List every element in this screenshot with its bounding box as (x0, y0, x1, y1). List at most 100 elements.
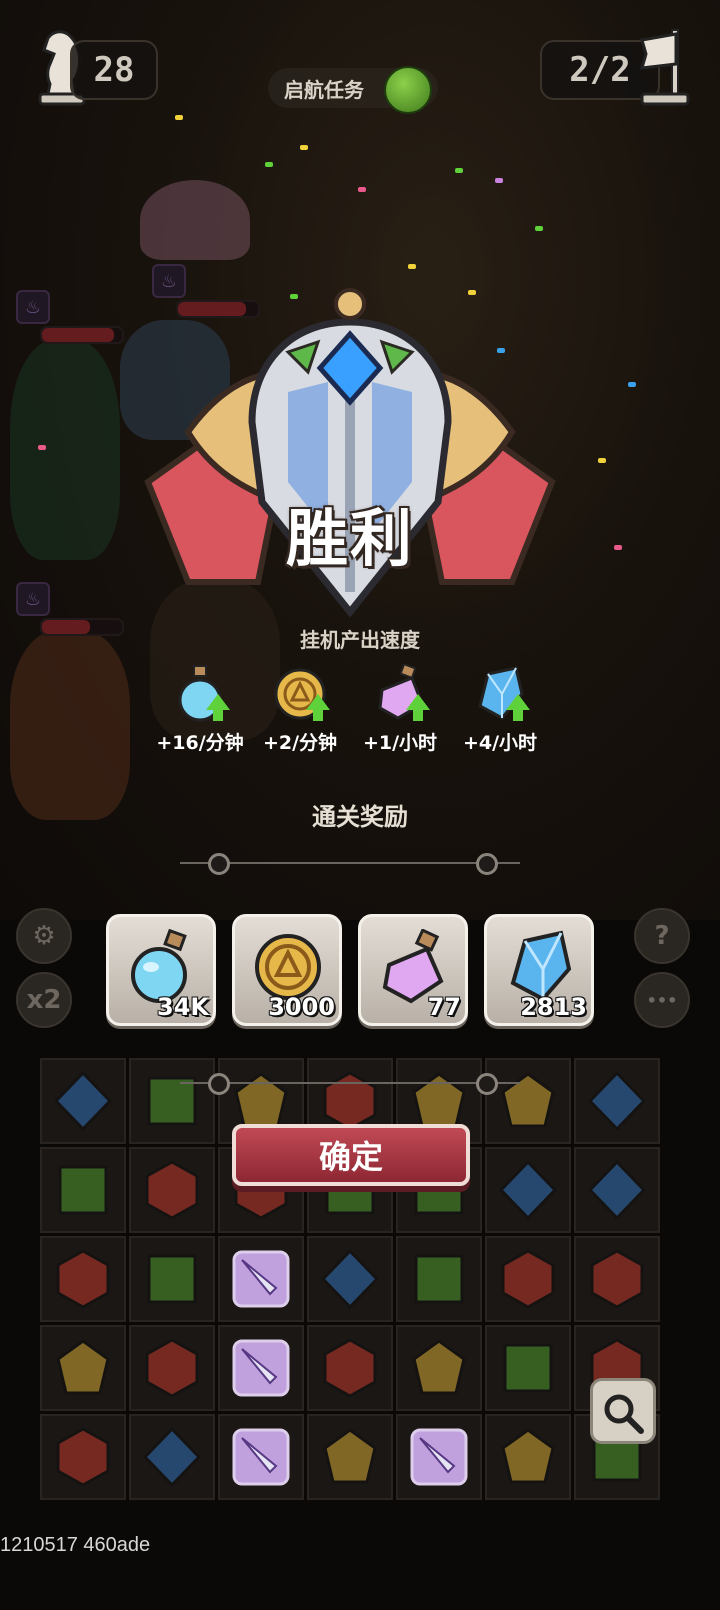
board-cell[interactable] (396, 1236, 482, 1322)
board-cell[interactable] (485, 1147, 571, 1233)
confetti (175, 115, 183, 120)
more-label: ••• (646, 990, 678, 1010)
confetti (408, 264, 416, 269)
green-gem-icon (503, 1343, 553, 1393)
blue-gem-icon (587, 1070, 647, 1132)
upgrade-arrow-icon (506, 694, 530, 721)
board-cell[interactable] (129, 1058, 215, 1144)
sword-skill-icon (232, 1250, 290, 1308)
divider-knob (208, 1073, 230, 1095)
speed-label: x2 (26, 985, 62, 1015)
board-cell[interactable] (129, 1236, 215, 1322)
reward-card-blue-potion: 34K (106, 914, 216, 1026)
confetti (628, 382, 636, 387)
quest-button[interactable]: 启航任务 (268, 66, 438, 114)
reward-count: 3000 (268, 993, 335, 1021)
reward-card-blue-crystal: 2813 (484, 914, 594, 1026)
speed-x2-button[interactable]: x2 (16, 972, 72, 1028)
gold-gem-icon (501, 1072, 555, 1128)
board-cell[interactable] (396, 1414, 482, 1500)
wave-value: 2/2 (569, 50, 631, 90)
board-cell[interactable] (129, 1414, 215, 1500)
gold-gem-icon (234, 1072, 288, 1128)
board-cell[interactable] (40, 1058, 126, 1144)
sword-skill-icon (232, 1339, 290, 1397)
reward-count: 34K (157, 993, 209, 1021)
idle-rate-list: +16/分钟 +2/分钟 +1/小时 +4/小时 (150, 660, 570, 760)
rate-item-blue-crystal: +4/小时 (450, 660, 550, 760)
gold-gem-icon (501, 1428, 555, 1484)
board-cell[interactable] (307, 1325, 393, 1411)
quest-label: 启航任务 (284, 77, 364, 102)
reward-count: 77 (427, 993, 461, 1021)
board-cell[interactable] (40, 1325, 126, 1411)
board-cell[interactable] (307, 1236, 393, 1322)
board-cell[interactable] (396, 1325, 482, 1411)
board-cell[interactable] (40, 1147, 126, 1233)
confetti (455, 168, 463, 173)
help-label: ? (654, 921, 670, 951)
red-gem-icon (501, 1249, 555, 1309)
divider-bottom (180, 1073, 520, 1095)
divider-knob (476, 1073, 498, 1095)
board-cell[interactable] (218, 1414, 304, 1500)
board-cell[interactable] (129, 1325, 215, 1411)
red-gem-icon (323, 1071, 377, 1131)
confetti (495, 178, 503, 183)
magnifier-icon (604, 1394, 644, 1434)
zoom-button[interactable] (590, 1378, 656, 1444)
red-gem-icon (323, 1338, 377, 1398)
green-gem-icon (58, 1165, 108, 1215)
settings-gear-button[interactable]: ⚙ (16, 908, 72, 964)
board-cell[interactable] (485, 1325, 571, 1411)
idle-rate-title: 挂机产出速度 (300, 628, 420, 652)
reward-card-gold-coin: 3000 (232, 914, 342, 1026)
divider-knob (476, 853, 498, 875)
reward-card-purple-potion: 77 (358, 914, 468, 1026)
blue-gem-icon (142, 1426, 202, 1488)
gold-gem-icon (412, 1072, 466, 1128)
build-version: 1210517 460ade (0, 1534, 151, 1556)
rate-item-purple-potion: +1/小时 (350, 660, 450, 760)
help-button[interactable]: ? (634, 908, 690, 964)
red-gem-icon (56, 1427, 110, 1487)
rate-text: +4/小时 (462, 732, 538, 754)
reward-count: 2813 (520, 993, 587, 1021)
divider-knob (208, 853, 230, 875)
gold-gem-icon (323, 1428, 377, 1484)
confirm-label: 确定 (318, 1138, 383, 1176)
red-gem-icon (56, 1249, 110, 1309)
board-cell[interactable] (574, 1236, 660, 1322)
gold-gem-icon (412, 1339, 466, 1395)
level-value: 28 (93, 50, 135, 90)
more-button[interactable]: ••• (634, 972, 690, 1028)
board-cell[interactable] (485, 1414, 571, 1500)
sword-skill-icon (232, 1428, 290, 1486)
green-gem-icon (147, 1076, 197, 1126)
confetti (265, 162, 273, 167)
blue-gem-icon (320, 1248, 380, 1310)
green-gem-icon (147, 1254, 197, 1304)
board-cell[interactable] (218, 1325, 304, 1411)
board-cell[interactable] (40, 1414, 126, 1500)
rate-item-gold-coin: +2/分钟 (250, 660, 350, 760)
board-cell[interactable] (40, 1236, 126, 1322)
board-cell[interactable] (218, 1236, 304, 1322)
board-cell[interactable] (574, 1147, 660, 1233)
slime-quest-icon (384, 66, 432, 114)
board-cell[interactable] (485, 1236, 571, 1322)
victory-title: 胜利 (285, 502, 414, 575)
board-cell[interactable] (129, 1147, 215, 1233)
board-cell[interactable] (574, 1058, 660, 1144)
red-gem-icon (145, 1338, 199, 1398)
gold-gem-icon (56, 1339, 110, 1395)
green-gem-icon (414, 1254, 464, 1304)
upgrade-arrow-icon (306, 694, 330, 721)
confetti (358, 187, 366, 192)
board-cell[interactable] (307, 1414, 393, 1500)
level-counter: 28 (70, 40, 158, 100)
board-cell[interactable] (485, 1058, 571, 1144)
confirm-button[interactable]: 确定 (232, 1124, 470, 1186)
flag-icon (639, 29, 690, 106)
red-gem-icon (590, 1249, 644, 1309)
